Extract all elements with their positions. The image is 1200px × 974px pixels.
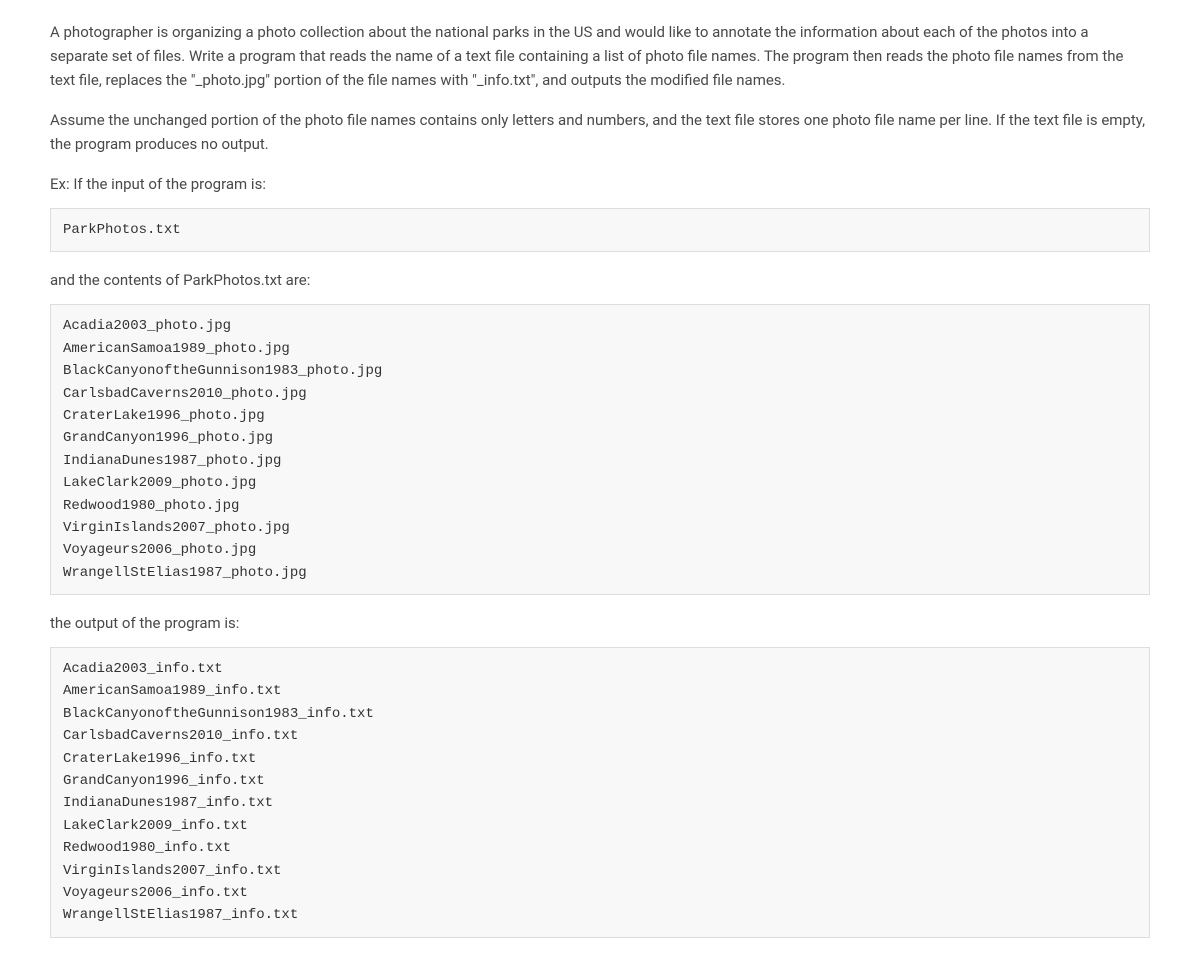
file-contents-code-block: Acadia2003_photo.jpg AmericanSamoa1989_p…: [50, 304, 1150, 595]
problem-intro-paragraph: A photographer is organizing a photo col…: [50, 20, 1150, 92]
input-filename-code-block: ParkPhotos.txt: [50, 208, 1150, 252]
output-label: the output of the program is:: [50, 611, 1150, 635]
problem-assumption-paragraph: Assume the unchanged portion of the phot…: [50, 108, 1150, 156]
output-contents-code-block: Acadia2003_info.txt AmericanSamoa1989_in…: [50, 647, 1150, 938]
example-input-label: Ex: If the input of the program is:: [50, 172, 1150, 196]
contents-label: and the contents of ParkPhotos.txt are:: [50, 268, 1150, 292]
